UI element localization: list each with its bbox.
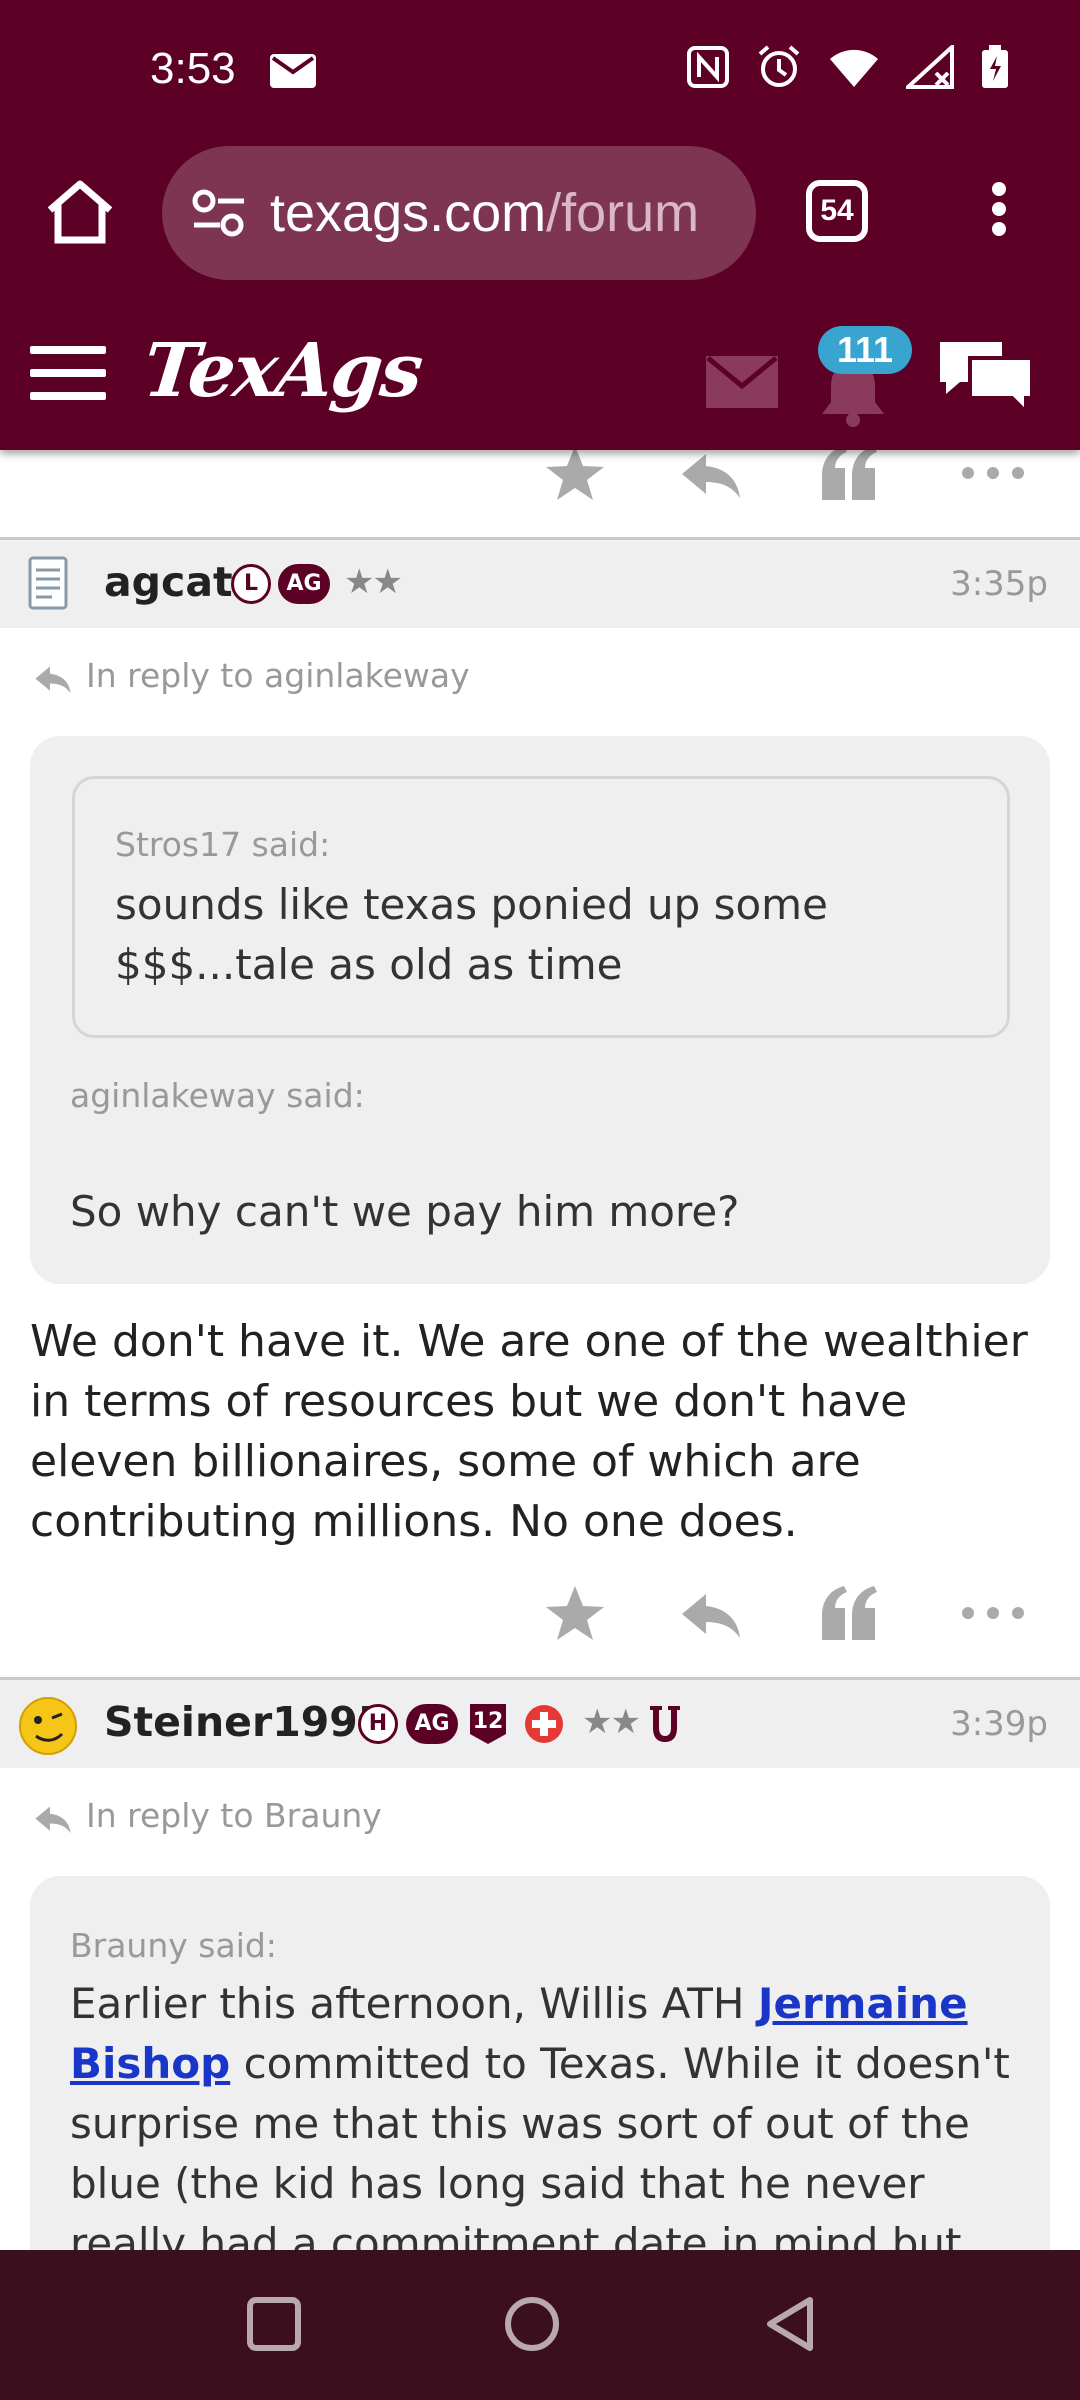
wifi-icon bbox=[830, 49, 878, 87]
quote-text-before: Earlier this afternoon, Willis ATH bbox=[70, 1979, 758, 2028]
post-header: Steiner1995 H AG 12 ★★ 3:39p bbox=[0, 1680, 1080, 1768]
avatar[interactable] bbox=[16, 552, 80, 616]
back-nav-icon[interactable] bbox=[762, 2296, 818, 2352]
recent-apps-icon[interactable] bbox=[246, 2296, 302, 2352]
home-icon[interactable] bbox=[44, 176, 116, 248]
tab-switcher-button[interactable]: 54 bbox=[806, 180, 868, 242]
user-stars: ★★ bbox=[582, 1702, 641, 1742]
system-status-icons bbox=[686, 44, 1010, 90]
url-host: texags.com bbox=[270, 183, 547, 243]
reply-to-text: In reply to aginlakeway bbox=[86, 656, 470, 695]
nested-quote-author: Stros17 said: bbox=[115, 825, 331, 864]
reply-context[interactable]: In reply to Brauny bbox=[30, 1796, 382, 1838]
home-nav-icon[interactable] bbox=[504, 2296, 560, 2352]
messages-envelope-icon[interactable] bbox=[706, 356, 778, 408]
quote-text: Earlier this afternoon, Willis ATH Jerma… bbox=[70, 1974, 1020, 2296]
battery-charging-icon bbox=[982, 45, 1008, 88]
browser-menu-icon[interactable] bbox=[984, 182, 1014, 242]
user-stars: ★★ bbox=[344, 562, 403, 602]
url-path: /forum bbox=[546, 183, 700, 243]
quote-block: Stros17 said: sounds like texas ponied u… bbox=[30, 736, 1050, 1284]
nfc-icon bbox=[687, 46, 729, 88]
reply-icon[interactable] bbox=[676, 1580, 746, 1646]
texags-logo[interactable]: TexAgs bbox=[139, 328, 425, 414]
quote-icon[interactable] bbox=[814, 1580, 884, 1646]
hamburger-menu-icon[interactable] bbox=[30, 346, 106, 400]
medical-cross-badge-icon bbox=[525, 1705, 563, 1743]
site-settings-icon[interactable] bbox=[192, 188, 246, 238]
utah-u-icon bbox=[650, 1706, 680, 1742]
quote-author: Brauny said: bbox=[70, 1926, 277, 1965]
status-bar: 3:53 bbox=[0, 0, 1080, 140]
quote-text: So why can't we pay him more? bbox=[70, 1187, 740, 1236]
ag-badge: AG bbox=[406, 1704, 458, 1744]
system-navigation-bar bbox=[0, 2250, 1080, 2400]
h-badge: H bbox=[358, 1704, 398, 1744]
avatar[interactable] bbox=[16, 1692, 80, 1756]
mail-notification-icon bbox=[270, 54, 316, 88]
lifetime-badge: L bbox=[231, 564, 271, 604]
address-bar[interactable]: texags.com/forum bbox=[162, 146, 756, 280]
url-text[interactable]: texags.com/forum bbox=[270, 182, 730, 244]
post-time[interactable]: 3:39p bbox=[950, 1704, 1048, 1744]
quote-author: aginlakeway said: bbox=[70, 1076, 365, 1115]
notification-count-badge: 111 bbox=[818, 326, 912, 374]
star-icon[interactable] bbox=[540, 1580, 610, 1646]
nested-quote-text: sounds like texas ponied up some $$$...t… bbox=[115, 880, 828, 989]
nested-quote: Stros17 said: sounds like texas ponied u… bbox=[72, 776, 1010, 1038]
site-header: TexAgs 111 bbox=[0, 290, 1080, 450]
reply-arrow-icon bbox=[35, 1805, 71, 1833]
browser-toolbar: texags.com/forum 54 bbox=[0, 140, 1080, 290]
alarm-icon bbox=[758, 45, 800, 87]
reply-to-text: In reply to Brauny bbox=[86, 1796, 382, 1835]
ag-badge: AG bbox=[278, 564, 330, 604]
twelfth-man-badge: 12 bbox=[470, 1704, 506, 1744]
reply-context[interactable]: In reply to aginlakeway bbox=[30, 656, 470, 698]
post-header: agcat L AG ★★ 3:35p bbox=[0, 540, 1080, 628]
username[interactable]: Steiner1995 bbox=[104, 1698, 386, 1746]
post-time[interactable]: 3:35p bbox=[950, 564, 1048, 604]
chat-bubbles-icon[interactable] bbox=[936, 336, 1036, 420]
post-actions bbox=[0, 1568, 1080, 1658]
username[interactable]: agcat bbox=[104, 558, 233, 606]
quote-block: Brauny said: Earlier this afternoon, Wil… bbox=[30, 1876, 1050, 2296]
signal-icon bbox=[906, 45, 954, 89]
post-body: We don't have it. We are one of the weal… bbox=[30, 1316, 1028, 1547]
reply-arrow-icon bbox=[35, 665, 71, 693]
more-options-icon[interactable] bbox=[958, 1580, 1028, 1646]
status-time: 3:53 bbox=[150, 44, 236, 93]
